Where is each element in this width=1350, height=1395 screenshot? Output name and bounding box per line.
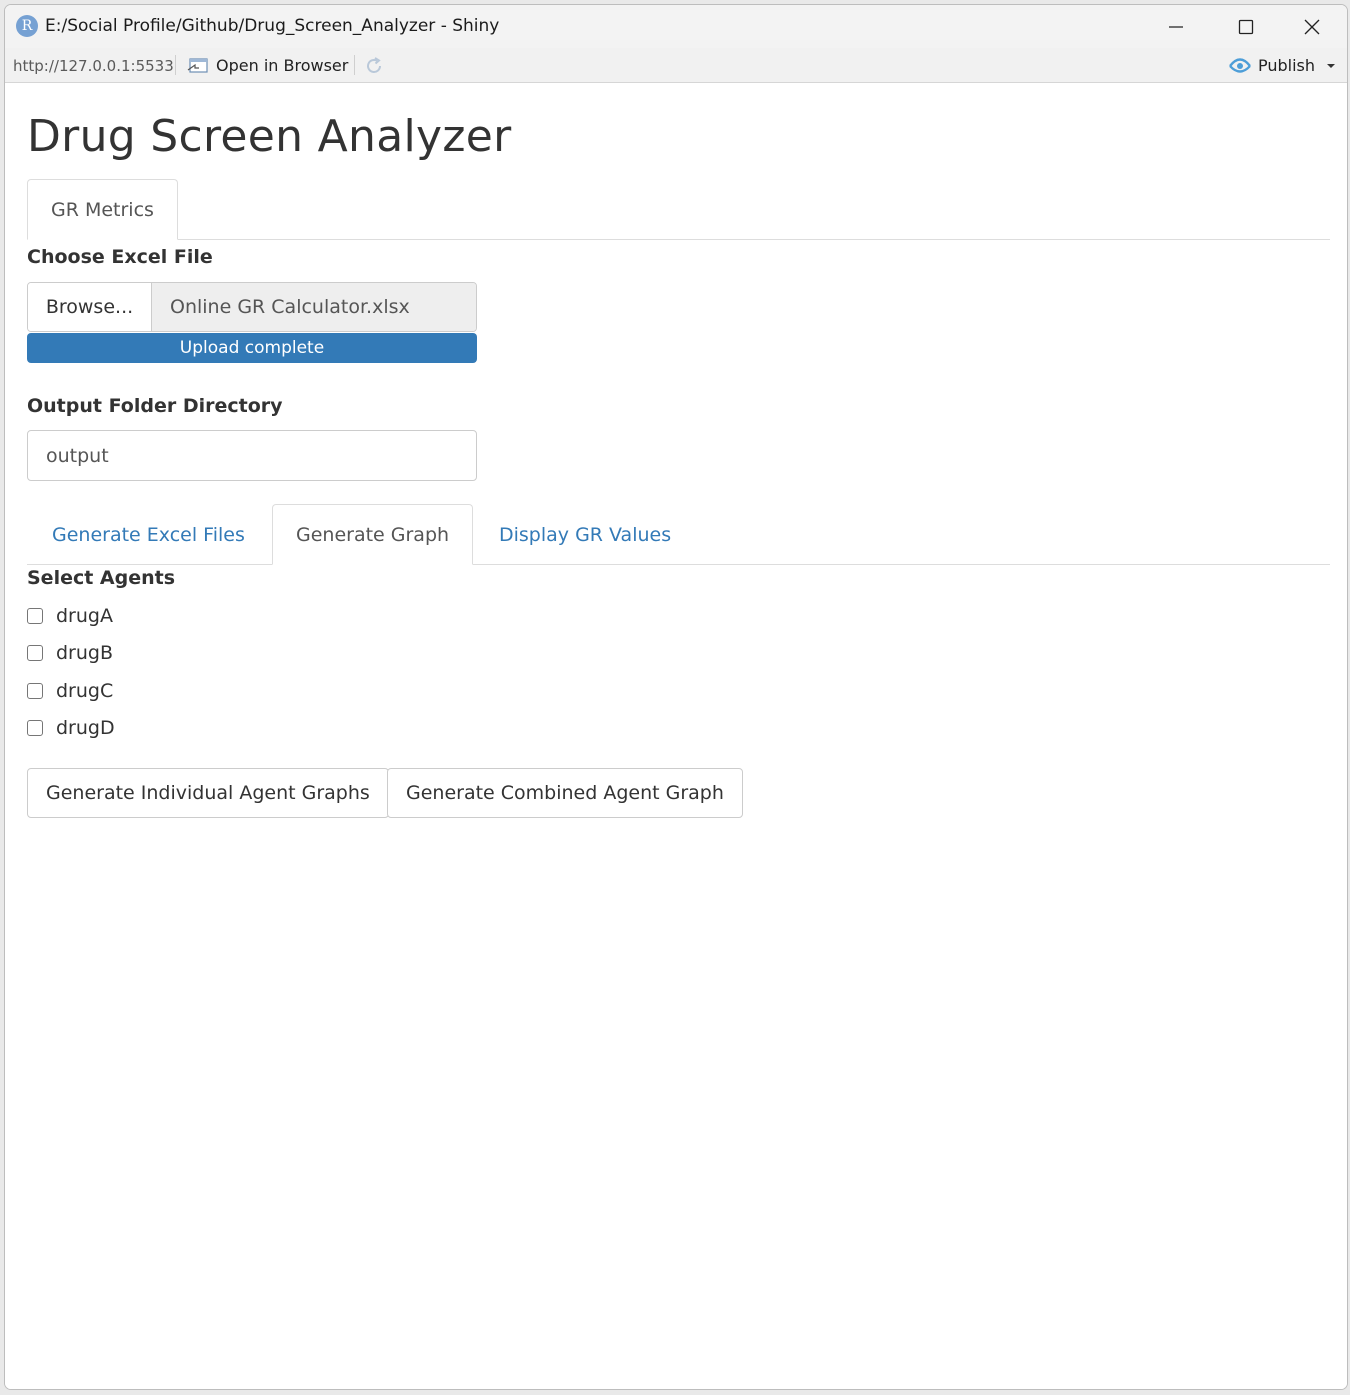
checkbox[interactable] [27, 720, 43, 736]
tab-generate-excel-files[interactable]: Generate Excel Files [28, 504, 269, 565]
minimize-button[interactable] [1141, 5, 1211, 48]
agent-checkbox-drugb[interactable]: drugB [27, 642, 113, 664]
agent-checkbox-drugd[interactable]: drugD [27, 717, 115, 739]
close-button[interactable] [1277, 5, 1347, 48]
toolbar-divider [175, 55, 176, 75]
r-app-icon: R [16, 15, 38, 37]
checkbox[interactable] [27, 608, 43, 624]
upload-progress-fill: Upload complete [27, 333, 477, 363]
open-in-browser-label: Open in Browser [216, 56, 349, 75]
refresh-icon[interactable] [363, 55, 385, 77]
tab-display-gr-values[interactable]: Display GR Values [475, 504, 695, 565]
app-window: R E:/Social Profile/Github/Drug_Screen_A… [4, 4, 1348, 1390]
upload-progress-bar: Upload complete [27, 333, 477, 363]
maximize-button[interactable] [1211, 5, 1281, 48]
main-tabs: GR Metrics [27, 179, 1330, 240]
generate-individual-graphs-button[interactable]: Generate Individual Agent Graphs [27, 768, 389, 818]
maximize-icon [1238, 19, 1254, 34]
checkbox[interactable] [27, 683, 43, 699]
toolbar-divider [354, 55, 355, 75]
output-dir-input[interactable] [27, 430, 477, 481]
chevron-down-icon[interactable] [1326, 62, 1336, 70]
open-in-browser-button[interactable]: Open in Browser [187, 56, 348, 75]
tab-generate-graph[interactable]: Generate Graph [272, 504, 474, 565]
sub-tabs: Generate Excel Files Generate Graph Disp… [27, 504, 1330, 565]
checkbox-label: drugC [56, 680, 114, 702]
browse-button[interactable]: Browse... [28, 283, 152, 331]
checkbox-label: drugA [56, 605, 113, 627]
checkbox-label: drugD [56, 717, 115, 739]
minimize-icon [1169, 25, 1183, 28]
tab-gr-metrics[interactable]: GR Metrics [27, 179, 178, 240]
agent-checkbox-drugc[interactable]: drugC [27, 680, 113, 702]
window-title: E:/Social Profile/Github/Drug_Screen_Ana… [45, 16, 500, 36]
file-name-field: Online GR Calculator.xlsx [152, 283, 476, 331]
publish-label: Publish [1257, 55, 1315, 75]
file-input: Browse... Online GR Calculator.xlsx [27, 282, 477, 332]
page-title: Drug Screen Analyzer [27, 111, 512, 162]
app-content: Drug Screen Analyzer GR Metrics Choose E… [5, 83, 1347, 1389]
viewer-toolbar: http://127.0.0.1:5533 Open in Browser Pu… [5, 48, 1347, 83]
checkbox[interactable] [27, 645, 43, 661]
url-text: http://127.0.0.1:5533 [13, 57, 174, 75]
select-agents-label: Select Agents [27, 567, 176, 589]
output-dir-label: Output Folder Directory [27, 395, 283, 417]
agent-checkbox-druga[interactable]: drugA [27, 605, 113, 627]
generate-combined-graph-button[interactable]: Generate Combined Agent Graph [387, 768, 743, 818]
open-in-browser-icon [187, 57, 208, 73]
publish-icon [1229, 58, 1251, 73]
checkbox-label: drugB [56, 642, 114, 664]
title-bar: R E:/Social Profile/Github/Drug_Screen_A… [5, 5, 1347, 48]
file-input-label: Choose Excel File [27, 246, 213, 268]
close-icon [1304, 19, 1320, 34]
publish-button[interactable]: Publish [1227, 55, 1315, 75]
